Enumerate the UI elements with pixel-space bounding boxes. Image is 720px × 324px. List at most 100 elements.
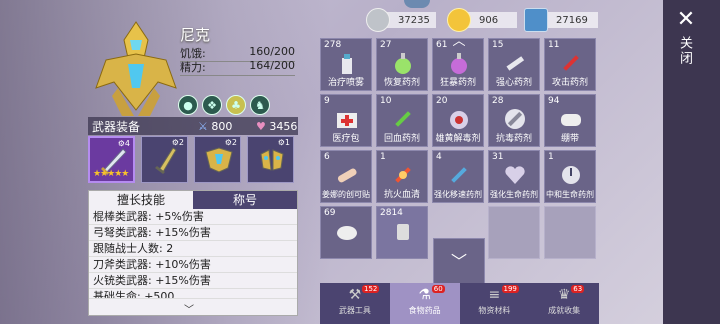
skill-line: 跟随战士人数: 2 (89, 241, 297, 257)
item-cell[interactable]: 69 (320, 206, 372, 259)
item-cell[interactable]: 1 抗火血清 (376, 150, 428, 203)
health-value: 3456 (269, 119, 298, 133)
weapon-slot-3[interactable]: ⚙2 (194, 136, 241, 183)
weapons-title: 武器装备 (92, 119, 141, 134)
anti-poison-icon (505, 109, 525, 129)
axe-icon: ⚒ (348, 287, 362, 303)
tab-titles[interactable]: 称号 (193, 191, 297, 209)
tab-food-medicine[interactable]: ⚗ 60 食物药品 (389, 283, 460, 324)
item-cell[interactable]: 1 中和生命药剂 (544, 150, 596, 203)
item-cell[interactable]: 11 攻击药剂 (544, 38, 596, 91)
blade-icon (155, 147, 177, 174)
potion-icon: ⚗ (418, 287, 431, 303)
item-cell[interactable]: 9 医疗包 (320, 94, 372, 147)
skill-line: 弓弩类武器: +15%伤害 (89, 225, 297, 241)
attack-stat: ⚔ 800 (198, 120, 232, 133)
energy-row: 精力: 164/200 (180, 59, 295, 76)
item-cell[interactable]: 4 强化移速药剂 (432, 150, 484, 203)
armor-icon (205, 147, 233, 173)
top-orb-icon (404, 0, 430, 8)
skills-tabs: 擅长技能 称号 (89, 191, 297, 209)
plaster-icon (337, 168, 357, 183)
close-button-label[interactable]: 关闭 (677, 36, 694, 66)
weapons-header: 武器装备 ⚔ 800 ♥ 3456 (88, 117, 298, 135)
tab-label: 食物药品 (408, 306, 441, 315)
tab-skills[interactable]: 擅长技能 (89, 191, 193, 209)
scroll-up-icon[interactable]: ︿ (451, 35, 467, 48)
item-cell[interactable]: 6 姜娜的创可贴 (320, 150, 372, 203)
heart-icon: ♥ (256, 119, 266, 133)
tab-weapons-tools[interactable]: ⚒ 152 武器工具 (320, 283, 390, 324)
tab-badge: 63 (571, 285, 585, 293)
category-tabs: ⚒ 152 武器工具 ⚗ 60 食物药品 ≡ 199 物资材料 ♛ 63 成就收… (320, 283, 599, 324)
weapon-stars: ★★★★★ (93, 169, 129, 179)
item-cell[interactable]: 31 强化生命药剂 (488, 150, 540, 203)
energy-value: 164/200 (249, 59, 295, 72)
gold-coin-icon (447, 8, 471, 32)
skill-line: 火铳类武器: +15%伤害 (89, 273, 297, 289)
item-cell[interactable]: 20 雄黄解毒剂 (432, 94, 484, 147)
food-can-icon (397, 224, 409, 240)
skill-line: 基础生命: +500 (89, 289, 297, 299)
tab-label: 物资材料 (478, 306, 511, 315)
weapon-slots: ⚙4 ★★★★★ ⚙2 ⚙2 ⚙1 (88, 136, 294, 183)
health-stat: ♥ 3456 (256, 120, 297, 133)
sword-icon: ⚔ (198, 119, 208, 133)
clock-syringe-icon (562, 166, 580, 184)
tab-label: 成就收集 (548, 306, 581, 315)
energy-label: 精力: (180, 61, 206, 74)
skill-line: 棍棒类武器: +5%伤害 (89, 209, 297, 225)
green-potion-icon (395, 53, 411, 74)
stomach-icon[interactable]: ● (178, 95, 198, 115)
fighter-icon[interactable]: ♞ (250, 95, 270, 115)
skills-panel: 擅长技能 称号 棍棒类武器: +5%伤害 弓弩类武器: +15%伤害 跟随战士人… (88, 190, 298, 316)
vial-icon (506, 56, 525, 71)
spray-icon (342, 54, 352, 74)
item-cell[interactable]: 27 恢复药剂 (376, 38, 428, 91)
hero-portrait (95, 21, 177, 116)
antidote-icon (450, 111, 468, 129)
weapon-slot-2[interactable]: ⚙2 (141, 136, 188, 183)
character-name: 尼克 (180, 26, 211, 44)
ticket-icon (524, 8, 548, 32)
tab-badge: 199 (501, 285, 519, 293)
leaf-icon[interactable]: ♣ (226, 95, 246, 115)
weapon-badge: ⚙1 (277, 138, 290, 147)
tab-label: 武器工具 (338, 306, 371, 315)
item-cell[interactable]: 278 治疗喷雾 (320, 38, 372, 91)
item-cell[interactable]: 28 抗毒药剂 (488, 94, 540, 147)
heart-syringe-icon (505, 166, 525, 184)
group-icon[interactable]: ❖ (202, 95, 222, 115)
weapon-slot-1[interactable]: ⚙4 ★★★★★ (88, 136, 135, 183)
tab-achievements[interactable]: ♛ 63 成就收集 (529, 283, 599, 324)
empty-slot[interactable] (544, 206, 596, 259)
fire-serum-icon (395, 167, 411, 183)
chevron-down-icon[interactable]: ﹀ (184, 301, 194, 316)
gloves-icon (260, 149, 284, 171)
weapon-slot-4[interactable]: ⚙1 (247, 136, 294, 183)
trophy-icon: ♛ (557, 287, 571, 303)
tab-badge: 60 (431, 285, 445, 293)
syringe-icon (395, 111, 411, 127)
item-cell[interactable]: 15 强心药剂 (488, 38, 540, 91)
item-cell[interactable]: 2814 (376, 206, 428, 259)
silver-resource: 37235 (366, 8, 436, 32)
bandage-icon (561, 114, 581, 126)
close-icon[interactable]: ✕ (676, 9, 696, 31)
attack-value: 800 (211, 119, 233, 133)
weapon-badge: ⚙4 (117, 139, 130, 148)
empty-slot[interactable] (488, 206, 540, 259)
tab-materials[interactable]: ≡ 199 物资材料 (460, 283, 530, 324)
purple-potion-icon (451, 53, 467, 74)
weapon-badge: ⚙2 (171, 138, 184, 147)
weapon-badge: ⚙2 (224, 138, 237, 147)
medkit-icon (337, 113, 357, 128)
silver-coin-stack-icon (366, 8, 390, 32)
syringe-icon (563, 55, 579, 71)
ticket-resource: 27169 (524, 8, 598, 32)
speed-syringe-icon (451, 167, 467, 183)
buff-row: ● ❖ ♣ ♞ (178, 95, 270, 115)
tab-badge: 152 (362, 285, 380, 293)
item-cell[interactable]: 94 绷带 (544, 94, 596, 147)
item-cell[interactable]: 10 回血药剂 (376, 94, 428, 147)
